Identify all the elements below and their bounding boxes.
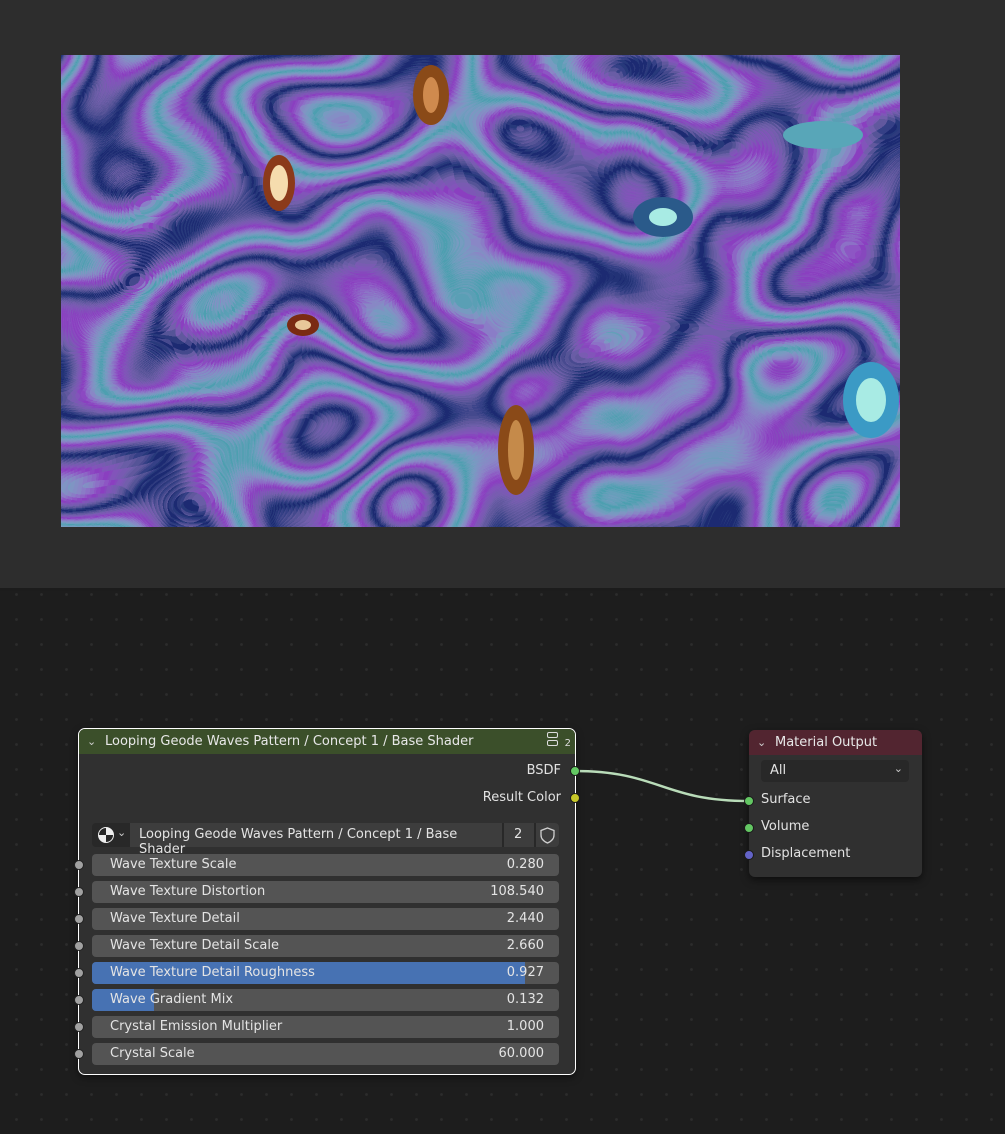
input-value-field[interactable]: Wave Texture Detail 2.440 (92, 908, 559, 930)
input-label: Wave Texture Scale (110, 857, 237, 872)
material-output-header[interactable]: ⌄ Material Output (749, 730, 922, 755)
input-socket[interactable] (74, 860, 84, 870)
material-output-node[interactable]: ⌄ Material Output All ⌄ Surface Volume D… (744, 730, 922, 877)
input-label: Wave Texture Detail (110, 911, 240, 926)
input-socket[interactable] (74, 995, 84, 1005)
render-viewport[interactable] (0, 0, 1005, 588)
input-label-volume: Volume (761, 819, 810, 834)
input-socket-displacement[interactable] (744, 850, 754, 860)
input-value: 0.280 (506, 857, 544, 872)
input-label: Crystal Emission Multiplier (110, 1019, 283, 1034)
shield-icon (540, 827, 555, 844)
group-node-header[interactable]: ⌄ Looping Geode Waves Pattern / Concept … (79, 729, 575, 754)
input-value-field[interactable]: Wave Texture Detail Roughness 0.927 (92, 962, 559, 984)
node-group-datablock-selector[interactable]: ⌄ Looping Geode Waves Pattern / Concept … (92, 823, 559, 857)
input-socket[interactable] (74, 968, 84, 978)
output-label-result-color: Result Color (482, 790, 561, 805)
input-socket-volume[interactable] (744, 823, 754, 833)
input-label: Wave Gradient Mix (110, 992, 234, 1007)
collapse-chevron-icon[interactable]: ⌄ (87, 735, 101, 748)
target-dropdown-value: All (770, 763, 787, 778)
input-value: 2.660 (506, 938, 544, 953)
input-value-field[interactable]: Wave Gradient Mix 0.132 (92, 989, 559, 1011)
input-value: 108.540 (490, 884, 544, 899)
input-value-field[interactable]: Crystal Scale 60.000 (92, 1043, 559, 1065)
collapse-chevron-icon[interactable]: ⌄ (757, 736, 771, 749)
input-socket[interactable] (74, 887, 84, 897)
material-output-title: Material Output (775, 735, 878, 750)
input-value: 1.000 (506, 1019, 544, 1034)
datablock-name-field[interactable]: Looping Geode Waves Pattern / Concept 1 … (130, 823, 502, 857)
group-user-count: 2 (564, 738, 571, 749)
input-value: 0.132 (506, 992, 544, 1007)
input-label: Crystal Scale (110, 1046, 195, 1061)
input-socket[interactable] (74, 914, 84, 924)
node-group-icon[interactable] (547, 731, 561, 747)
input-value: 0.927 (506, 965, 544, 980)
input-value-field[interactable]: Wave Texture Distortion 108.540 (92, 881, 559, 903)
input-value-field[interactable]: Crystal Emission Multiplier 1.000 (92, 1016, 559, 1038)
node-tree-sphere-icon[interactable] (98, 827, 114, 843)
datablock-dropdown-chevron-icon[interactable]: ⌄ (117, 826, 126, 839)
fake-user-button[interactable] (536, 823, 559, 847)
input-socket-surface[interactable] (744, 796, 754, 806)
group-node[interactable]: ⌄ Looping Geode Waves Pattern / Concept … (74, 728, 580, 1075)
input-socket[interactable] (74, 941, 84, 951)
input-label-displacement: Displacement (761, 846, 851, 861)
input-label: Wave Texture Detail Scale (110, 938, 279, 953)
group-node-title: Looping Geode Waves Pattern / Concept 1 … (105, 734, 474, 749)
node-editor-canvas[interactable]: ⌄ Looping Geode Waves Pattern / Concept … (0, 591, 1005, 1134)
input-value: 60.000 (498, 1046, 545, 1061)
output-label-bsdf: BSDF (526, 763, 561, 778)
render-preview-image (61, 55, 900, 527)
chevron-down-icon: ⌄ (893, 762, 903, 775)
datablock-users-count: 2 (514, 827, 523, 842)
datablock-name: Looping Geode Waves Pattern / Concept 1 … (139, 827, 458, 857)
datablock-users-button[interactable]: 2 (504, 823, 534, 847)
input-label: Wave Texture Detail Roughness (110, 965, 315, 980)
input-value: 2.440 (506, 911, 544, 926)
input-value-field[interactable]: Wave Texture Detail Scale 2.660 (92, 935, 559, 957)
input-socket[interactable] (74, 1049, 84, 1059)
input-value-field[interactable]: Wave Texture Scale 0.280 (92, 854, 559, 876)
output-socket-result-color[interactable] (570, 793, 580, 803)
input-socket[interactable] (74, 1022, 84, 1032)
input-label: Wave Texture Distortion (110, 884, 266, 899)
input-label-surface: Surface (761, 792, 811, 807)
target-dropdown[interactable]: All ⌄ (761, 760, 909, 782)
output-socket-bsdf[interactable] (570, 766, 580, 776)
